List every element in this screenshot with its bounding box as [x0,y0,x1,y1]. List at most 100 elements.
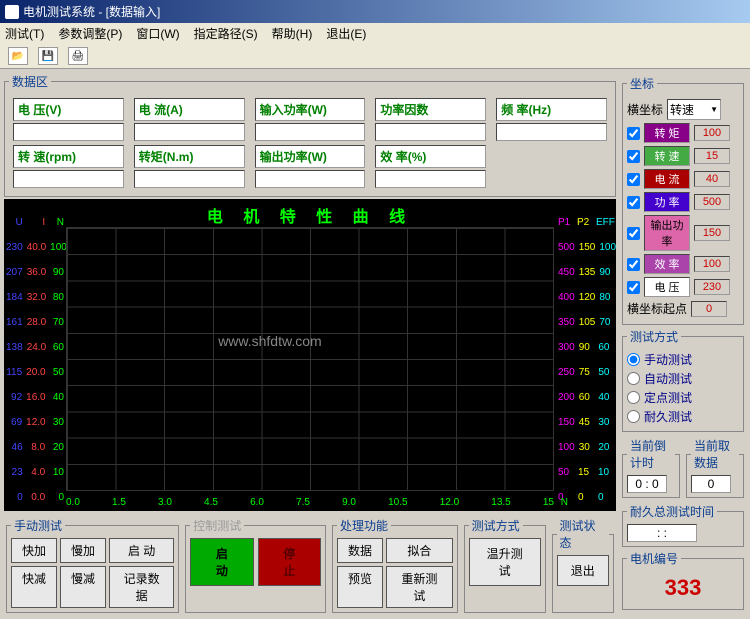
x-axis-label: N [561,497,568,508]
axis-val-4[interactable]: 150 [694,225,730,241]
window-title: 电机测试系统 - [数据输入] [23,3,160,20]
data-input-0[interactable] [13,123,124,141]
mode-radio-0[interactable] [627,353,640,366]
menubar: 测试(T) 参数调整(P) 窗口(W) 指定路径(S) 帮助(H) 退出(E) [0,23,750,44]
proc-btn-1[interactable]: 拟合 [386,538,453,563]
origin-value[interactable]: 0 [691,301,727,317]
timer2-legend: 当前取数据 [691,437,739,471]
test-status: 测试状态 退出 [552,517,614,613]
axis-check-6[interactable] [627,281,640,294]
status-legend: 测试状态 [557,517,609,551]
menu-exit[interactable]: 退出(E) [326,25,366,42]
manual-btn-4[interactable]: 慢减 [60,566,106,608]
manual-test: 手动测试 快加慢加启 动快减慢减记录数据 [6,517,179,613]
data-input-1[interactable] [134,123,245,141]
data-counter: 当前取数据 0 [686,437,744,498]
proc-btn-0[interactable]: 数据 [337,538,383,563]
axis-label-1: 转 速 [644,146,690,166]
watermark: www.shfdtw.com [218,333,321,349]
axis-label-4: 输出功率 [644,215,690,251]
toolbar: 📂 💾 🖨 [0,44,750,69]
motor-legend: 电机编号 [627,550,681,567]
data-input-6[interactable] [134,170,245,188]
menu-window[interactable]: 窗口(W) [136,25,179,42]
axis-label-3: 功 率 [644,192,690,212]
axis-val-0[interactable]: 100 [694,125,730,141]
data-area-legend: 数据区 [9,73,51,90]
origin-label: 横坐标起点 [627,300,687,317]
data-input-7[interactable] [255,170,366,188]
axis-val-3[interactable]: 500 [694,194,730,210]
timer1-legend: 当前倒计时 [627,437,675,471]
countdown-timer: 当前倒计时 0 : 0 [622,437,680,498]
axis-label-5: 效 率 [644,254,690,274]
control-test: 控制测试 启 动 停 止 [185,517,326,613]
proc-btn-3[interactable]: 重新测试 [386,566,453,608]
data-area: 数据区 电 压(V)电 流(A)输入功率(W)功率因数频 率(Hz)转 速(rp… [4,73,616,197]
manual-btn-5[interactable]: 记录数据 [109,566,174,608]
data-label-8: 效 率(%) [375,145,486,168]
manual-btn-3[interactable]: 快减 [11,566,57,608]
axis-check-2[interactable] [627,173,640,186]
mode-label-0: 手动测试 [644,351,692,368]
mode-label-1: 自动测试 [644,370,692,387]
chart: 电 机 特 性 曲 线 UIN23040.010020736.09018432.… [4,199,616,511]
data-input-3[interactable] [375,123,486,141]
chevron-down-icon: ▼ [710,105,718,114]
axis-val-1[interactable]: 15 [694,148,730,164]
manual-btn-0[interactable]: 快加 [11,538,57,563]
stop-button[interactable]: 停 止 [258,538,321,586]
mode-radio-3[interactable] [627,410,640,423]
axis-val-5[interactable]: 100 [694,256,730,272]
data-label-2: 输入功率(W) [255,98,366,121]
axis-check-3[interactable] [627,196,640,209]
x-axis-combo[interactable]: 转速▼ [667,99,721,120]
axis-check-5[interactable] [627,258,640,271]
data-input-4[interactable] [496,123,607,141]
temp-rise-button[interactable]: 温升测试 [469,538,541,586]
menu-params[interactable]: 参数调整(P) [58,25,122,42]
mode-radio-2[interactable] [627,391,640,404]
start-button[interactable]: 启 动 [190,538,253,586]
manual-btn-2[interactable]: 启 动 [109,538,174,563]
menu-help[interactable]: 帮助(H) [272,25,313,42]
axis-val-2[interactable]: 40 [694,171,730,187]
data-label-0: 电 压(V) [13,98,124,121]
timer2-value: 0 [691,475,731,493]
timer1-value: 0 : 0 [627,475,667,493]
axis-check-4[interactable] [627,227,640,240]
print-icon[interactable]: 🖨 [68,47,88,65]
data-input-8[interactable] [375,170,486,188]
test-mode-legend: 测试方式 [627,328,681,345]
chart-title: 电 机 特 性 曲 线 [4,199,616,227]
data-label-5: 转 速(rpm) [13,145,124,168]
test-mode-radio: 测试方式 手动测试自动测试定点测试耐久测试 [622,328,744,432]
data-label-1: 电 流(A) [134,98,245,121]
axis-val-6[interactable]: 230 [694,279,730,295]
test-mode-btn-group: 测试方式 温升测试 [464,517,546,613]
axis-check-0[interactable] [627,127,640,140]
save-icon[interactable]: 💾 [38,47,58,65]
mode-label-2: 定点测试 [644,389,692,406]
mode-radio-1[interactable] [627,372,640,385]
menu-test[interactable]: 测试(T) [5,25,44,42]
data-input-2[interactable] [255,123,366,141]
coord-legend: 坐标 [627,75,657,92]
data-label-4: 频 率(Hz) [496,98,607,121]
open-icon[interactable]: 📂 [8,47,28,65]
manual-legend: 手动测试 [11,517,65,534]
coord-panel: 坐标 横坐标 转速▼ 转 矩100转 速15电 流40功 率500输出功率150… [622,75,744,325]
data-label-6: 转矩(N.m) [134,145,245,168]
timer3-value: : : [627,524,697,542]
mode-label-3: 耐久测试 [644,408,692,425]
exit-button[interactable]: 退出 [557,555,609,586]
axis-check-1[interactable] [627,150,640,163]
proc-func: 处理功能 数据拟合预览重新测试 [332,517,458,613]
proc-btn-2[interactable]: 预览 [337,566,383,608]
data-input-5[interactable] [13,170,124,188]
app-icon [5,5,19,19]
chart-grid [66,227,554,491]
menu-path[interactable]: 指定路径(S) [194,25,258,42]
manual-btn-1[interactable]: 慢加 [60,538,106,563]
data-label-7: 输出功率(W) [255,145,366,168]
